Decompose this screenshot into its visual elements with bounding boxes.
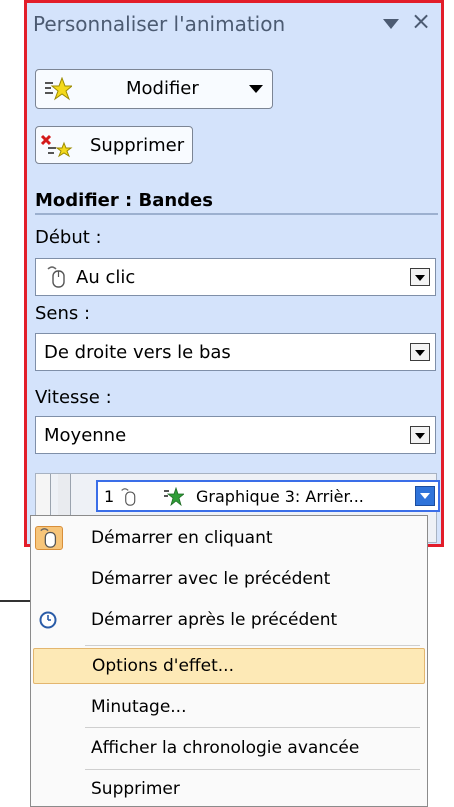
- context-menu: Démarrer en cliquant Démarrer avec le pr…: [30, 515, 428, 807]
- modify-button-label: Modifier: [126, 78, 199, 99]
- menu-item-timing[interactable]: Minutage...: [31, 689, 427, 725]
- clock-icon: [39, 611, 57, 629]
- list-item-text: Graphique 3: Arrièr...: [196, 487, 364, 506]
- speed-label: Vitesse :: [35, 387, 112, 408]
- menu-item-label: Démarrer avec le précédent: [91, 569, 331, 589]
- green-star-icon: [164, 487, 184, 507]
- menu-separator: [85, 769, 420, 770]
- menu-item-start-on-click[interactable]: Démarrer en cliquant: [31, 520, 427, 556]
- callout-line: [0, 600, 30, 602]
- mouse-icon: [35, 526, 63, 550]
- direction-value: De droite vers le bas: [44, 342, 231, 363]
- menu-separator: [85, 645, 420, 646]
- menu-item-start-with-previous[interactable]: Démarrer avec le précédent: [31, 561, 427, 597]
- chevron-down-icon: [249, 85, 263, 93]
- menu-item-label: Afficher la chronologie avancée: [91, 738, 360, 758]
- direction-select[interactable]: De droite vers le bas: [35, 333, 436, 371]
- speed-select[interactable]: Moyenne: [35, 416, 436, 454]
- chevron-down-icon[interactable]: [410, 343, 430, 361]
- pane-title: Personnaliser l'animation: [33, 12, 286, 36]
- menu-item-label: Options d'effet...: [92, 656, 234, 676]
- mouse-icon: [121, 488, 136, 506]
- menu-item-show-advanced-timeline[interactable]: Afficher la chronologie avancée: [31, 730, 427, 766]
- modify-button[interactable]: Modifier: [35, 69, 273, 109]
- chevron-down-icon[interactable]: [410, 268, 430, 286]
- start-label: Début :: [35, 227, 102, 248]
- menu-item-label: Démarrer en cliquant: [91, 528, 273, 548]
- close-icon[interactable]: ×: [411, 9, 431, 33]
- list-item[interactable]: 1 Graphique 3: Arrièr...: [96, 480, 440, 512]
- menu-item-delete[interactable]: Supprimer: [31, 771, 427, 807]
- menu-item-label: Supprimer: [91, 779, 180, 799]
- mouse-icon: [47, 266, 65, 288]
- start-select[interactable]: Au clic: [35, 258, 436, 296]
- list-item-number: 1: [104, 486, 115, 506]
- menu-item-start-after-previous[interactable]: Démarrer après le précédent: [31, 602, 427, 638]
- start-value: Au clic: [76, 267, 136, 288]
- delete-button-label: Supprimer: [90, 135, 185, 156]
- menu-item-label: Démarrer après le précédent: [91, 610, 338, 630]
- custom-animation-pane: Personnaliser l'animation × Modifier Sup…: [24, 0, 444, 547]
- menu-separator: [85, 727, 420, 728]
- menu-item-label: Minutage...: [91, 697, 187, 717]
- section-divider: [35, 213, 438, 215]
- section-title: Modifier : Bandes: [35, 190, 213, 211]
- speed-value: Moyenne: [44, 425, 127, 446]
- pane-menu-icon[interactable]: [383, 19, 399, 29]
- delete-button[interactable]: Supprimer: [35, 126, 193, 164]
- chevron-down-icon[interactable]: [415, 486, 435, 506]
- chevron-down-icon[interactable]: [410, 426, 430, 444]
- delete-effect-icon: [40, 134, 73, 158]
- menu-item-effect-options[interactable]: Options d'effet...: [33, 648, 425, 684]
- direction-label: Sens :: [35, 303, 91, 324]
- star-sparkle-icon: [45, 77, 72, 101]
